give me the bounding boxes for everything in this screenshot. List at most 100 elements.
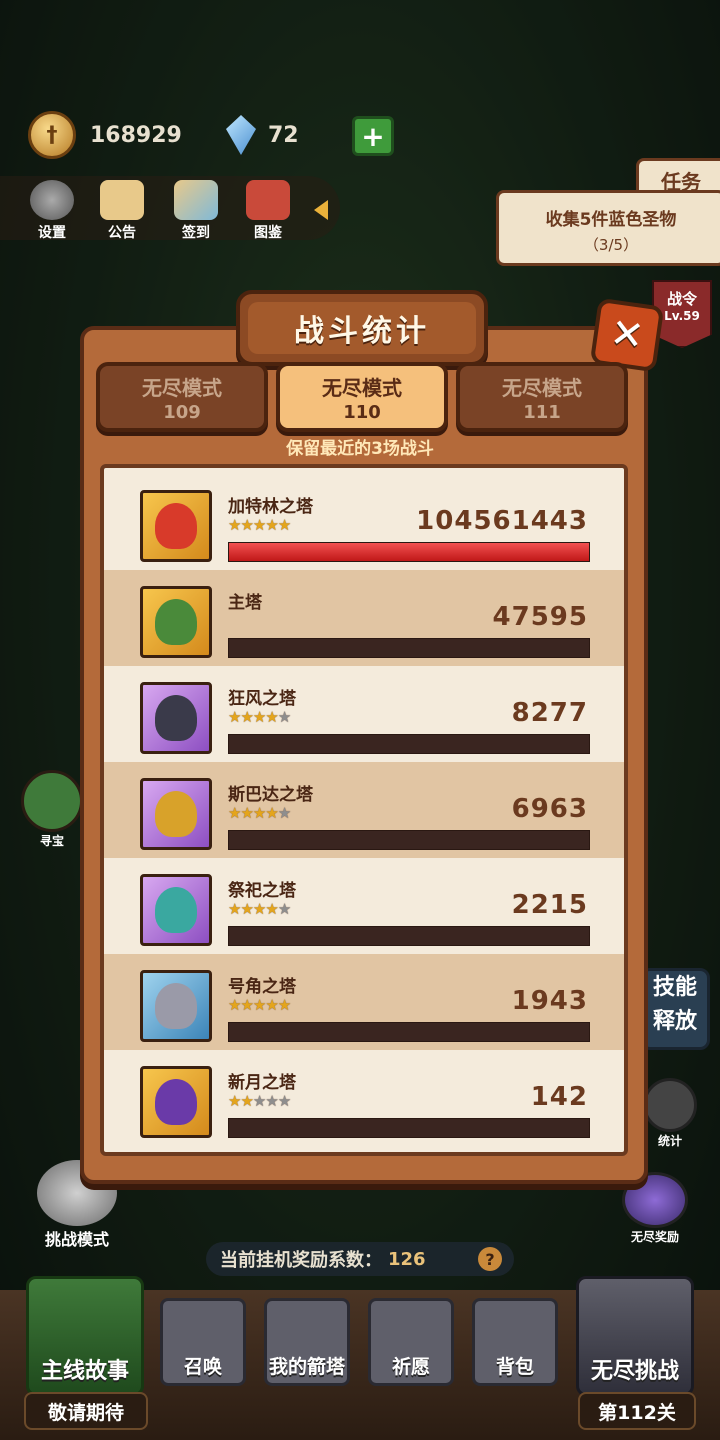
skill-release-label: 技能释放 — [652, 975, 697, 1034]
idle-label: 当前挂机奖励系数： — [220, 1250, 382, 1271]
star-icon: ★ — [240, 804, 253, 822]
tab-wave-111[interactable]: 无尽模式 111 — [456, 362, 628, 432]
gem-icon — [226, 115, 256, 155]
my-towers-label: 我的箭塔 — [268, 1356, 345, 1378]
tab-wave-label: 110 — [343, 402, 381, 423]
codex-button[interactable]: 图鉴 — [238, 180, 298, 242]
signin-button[interactable]: 签到 — [166, 180, 226, 242]
star-icon: ★ — [252, 708, 266, 726]
star-icon: ★ — [265, 708, 278, 726]
skill-release-button[interactable]: 技能释放 — [640, 968, 710, 1050]
tower-avatar — [155, 983, 197, 1029]
tab-wave-label: 109 — [163, 402, 201, 423]
tab-mode-label: 无尽模式 — [502, 376, 582, 400]
star-icon: ★ — [228, 804, 241, 822]
scroll-icon — [100, 180, 144, 220]
panel-title-plate: 战斗统计 — [236, 290, 488, 366]
damage-bar-fill — [229, 543, 589, 561]
settings-button[interactable]: 设置 — [22, 180, 82, 242]
tower-star-rating: ★★★★★ — [228, 516, 291, 534]
tower-name: 狂风之塔 — [228, 689, 296, 709]
tower-row: 加特林之塔 ★★★★★ 104561443 — [104, 474, 624, 570]
add-currency-button[interactable]: + — [352, 116, 394, 156]
tower-name: 斯巴达之塔 — [228, 785, 313, 805]
star-icon: ★ — [228, 516, 241, 534]
star-icon: ★ — [252, 1092, 266, 1110]
star-icon: ★ — [265, 1092, 278, 1110]
announcement-button[interactable]: 公告 — [92, 180, 152, 242]
tower-name: 加特林之塔 — [228, 497, 313, 517]
tower-row: 狂风之塔 ★★★★★ 8277 — [104, 666, 624, 762]
tower-avatar — [155, 1079, 197, 1125]
summon-button[interactable]: 召唤 — [160, 1298, 246, 1386]
stats-button[interactable]: 统计 — [640, 1078, 700, 1149]
treasure-button[interactable]: 寻宝 — [20, 770, 84, 849]
tower-damage-value: 142 — [530, 1082, 588, 1112]
star-icon: ★ — [252, 900, 266, 918]
tab-wave-109[interactable]: 无尽模式 109 — [96, 362, 268, 432]
tower-damage-value: 1943 — [511, 986, 588, 1016]
star-icon: ★ — [265, 804, 278, 822]
star-icon: ★ — [228, 1092, 241, 1110]
star-icon: ★ — [277, 804, 291, 822]
tower-portrait[interactable] — [140, 874, 212, 946]
gem-counter: 72 — [226, 112, 299, 158]
tower-star-rating: ★★★★★ — [228, 1092, 291, 1110]
book-icon — [246, 180, 290, 220]
star-icon: ★ — [240, 900, 253, 918]
damage-bar — [228, 638, 590, 658]
main-story-coming-soon: 敬请期待 — [24, 1392, 148, 1430]
tower-star-rating: ★★★★★ — [228, 804, 291, 822]
bag-button[interactable]: 背包 — [472, 1298, 558, 1386]
star-icon: ★ — [240, 1092, 253, 1110]
main-story-label: 主线故事 — [40, 1359, 129, 1384]
help-icon[interactable]: ? — [478, 1247, 502, 1271]
star-icon: ★ — [265, 516, 278, 534]
damage-bar — [228, 1022, 590, 1042]
star-icon: ★ — [228, 996, 241, 1014]
wish-button[interactable]: 祈愿 — [368, 1298, 454, 1386]
challenge-mode-label: 挑战模式 — [44, 1230, 109, 1249]
gold-value: 168929 — [90, 122, 182, 148]
endless-challenge-button[interactable]: 无尽挑战 — [576, 1276, 694, 1396]
star-icon: ★ — [228, 900, 241, 918]
gold-counter: † 168929 — [28, 111, 182, 159]
tower-star-rating: ★★★★★ — [228, 900, 291, 918]
wish-label: 祈愿 — [391, 1356, 430, 1378]
tower-portrait[interactable] — [140, 682, 212, 754]
star-icon: ★ — [228, 708, 241, 726]
tower-portrait[interactable] — [140, 970, 212, 1042]
tower-damage-value: 8277 — [511, 698, 588, 728]
tower-damage-value: 47595 — [492, 602, 588, 632]
quest-text: 收集5件蓝色圣物 — [545, 210, 677, 230]
tower-portrait[interactable] — [140, 778, 212, 850]
collapse-arrow-icon[interactable] — [314, 200, 328, 220]
quest-card[interactable]: 收集5件蓝色圣物 （3/5） — [496, 190, 720, 266]
tower-avatar — [155, 791, 197, 837]
tower-name: 新月之塔 — [228, 1073, 296, 1093]
damage-bar — [228, 542, 590, 562]
stats-icon — [643, 1078, 697, 1132]
tower-damage-value: 2215 — [511, 890, 588, 920]
main-story-button[interactable]: 主线故事 — [26, 1276, 144, 1396]
tower-portrait[interactable] — [140, 490, 212, 562]
treasure-label: 寻宝 — [39, 834, 64, 848]
my-towers-button[interactable]: 我的箭塔 — [264, 1298, 350, 1386]
battle-pass-label: 战令 — [666, 290, 697, 308]
codex-label: 图鉴 — [254, 225, 282, 241]
damage-bar — [228, 1118, 590, 1138]
star-icon: ★ — [240, 516, 253, 534]
tower-avatar — [155, 695, 197, 741]
tower-portrait[interactable] — [140, 586, 212, 658]
star-icon: ★ — [277, 1092, 291, 1110]
tower-damage-list[interactable]: 加特林之塔 ★★★★★ 104561443 主塔 47595 狂风之塔 ★★★★★ 8277 斯… — [100, 464, 628, 1156]
tower-row: 号角之塔 ★★★★★ 1943 — [104, 954, 624, 1050]
tower-portrait[interactable] — [140, 1066, 212, 1138]
quill-icon — [174, 180, 218, 220]
treasure-icon — [21, 770, 83, 832]
announcement-label: 公告 — [108, 225, 136, 241]
tab-wave-110[interactable]: 无尽模式 110 — [276, 362, 448, 432]
tower-row: 新月之塔 ★★★★★ 142 — [104, 1050, 624, 1146]
gear-icon — [30, 180, 74, 220]
star-icon: ★ — [277, 900, 291, 918]
